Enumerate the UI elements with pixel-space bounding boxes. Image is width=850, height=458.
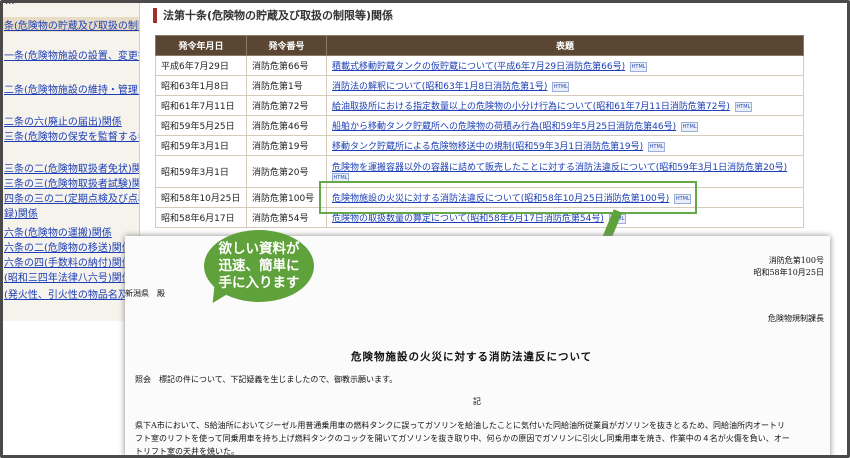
row-number: 消防危第1号	[246, 75, 327, 96]
row-title-link[interactable]: 危険物を運搬容器以外の容器に詰めて販売したことに対する消防法違反について(昭和5…	[332, 163, 787, 173]
table-header-row: 発令年月日 発令番号 表題	[155, 35, 804, 56]
doc-body-line: フト室のリフトを使って同乗用車を持ち上げ燃料タンクのコックを開いてガソリンを抜き…	[135, 434, 790, 443]
column-header-title: 表題	[326, 35, 804, 56]
table-row: 昭和59年5月25日 消防危第46号 船舶から移動タンク貯蔵所への危険物の荷積み…	[155, 115, 804, 136]
sidebar-item-law13-2[interactable]: 三条の二(危険物取扱者免状)関係	[4, 160, 139, 175]
doc-number: 消防危第100号	[768, 256, 824, 265]
sidebar-item-law11[interactable]: 一条(危険物施設の設置、変更等)	[4, 47, 139, 62]
sidebar-item-law13-3[interactable]: 三条の三(危険物取扱者試験)関係	[4, 175, 139, 190]
html-icon[interactable]: HTML	[630, 61, 648, 72]
sidebar-item-law14-3-2-cont[interactable]: 録)関係	[4, 205, 38, 220]
doc-date: 昭和58年10月25日	[753, 268, 824, 277]
row-title-cell: 消防法の解釈について(昭和63年1月8日消防危第1号) HTML	[326, 75, 804, 96]
row-title-link[interactable]: 給油取扱所における指定数量以上の危険物の小分け行為について(昭和61年7月11日…	[332, 102, 730, 112]
html-icon[interactable]: HTML	[734, 101, 752, 112]
html-icon[interactable]: HTML	[648, 141, 666, 152]
doc-sender: 危険物規制課長	[768, 314, 824, 323]
row-title-link[interactable]: 消防法の解釈について(昭和63年1月8日消防危第1号)	[332, 82, 547, 92]
html-icon[interactable]: HTML	[681, 121, 699, 132]
row-date: 昭和59年3月1日	[155, 135, 247, 156]
sidebar-item-law13[interactable]: 三条(危険物の保安を監督する者)	[4, 128, 139, 143]
sidebar-nav: ... 条(危険物の貯蔵及び取扱の制限 一条(危険物施設の設置、変更等) 二条(…	[3, 3, 140, 321]
row-number: 消防危第100号	[246, 187, 327, 208]
sidebar-item-law12-6[interactable]: 二条の六(廃止の届出)関係	[4, 113, 122, 128]
promo-bubble: 欲しい資料が 迅速、簡単に 手に入ります	[204, 230, 314, 302]
table-row: 昭和61年7月11日 消防危第72号 給油取扱所における指定数量以上の危険物の小…	[155, 95, 804, 116]
bubble-line: 欲しい資料が	[218, 241, 300, 257]
doc-inquiry: 照会 標記の件について、下記疑義を生じましたので、御教示願います。	[135, 375, 398, 384]
row-number: 消防危第66号	[246, 55, 327, 76]
doc-body-line: トリフト室の天井を焼いた。	[135, 447, 239, 456]
row-date: 昭和58年6月17日	[155, 207, 247, 228]
row-title-link[interactable]: 積載式移動貯蔵タンクの仮貯蔵について(平成6年7月29日消防危第66号)	[332, 62, 625, 72]
bubble-line: 手に入ります	[218, 275, 300, 291]
row-title-link[interactable]: 船舶から移動タンク貯蔵所への危険物の荷積み行為(昭和59年5月25日消防危第46…	[332, 122, 676, 132]
screenshot-frame: ... 条(危険物の貯蔵及び取扱の制限 一条(危険物施設の設置、変更等) 二条(…	[0, 0, 850, 458]
doc-title: 危険物施設の火災に対する消防法違反について	[351, 351, 593, 363]
sidebar-item-law14-3-2[interactable]: 四条の三の二(定期点検及び点検	[4, 190, 139, 205]
row-number: 消防危第46号	[246, 115, 327, 136]
row-date: 昭和59年3月1日	[155, 155, 247, 188]
row-number: 消防危第54号	[246, 207, 327, 228]
doc-recipient: 新潟県 殿	[125, 289, 165, 298]
sidebar-item-law-s34[interactable]: (昭和三四年法律八六号)関係	[4, 269, 132, 284]
row-title-link[interactable]: 移動タンク貯蔵所による危険物移送中の規制(昭和59年3月1日消防危第19号)	[332, 142, 643, 152]
sidebar-item-law12[interactable]: 二条(危険物施設の維持・管理)関	[4, 81, 139, 96]
bubble-line: 迅速、簡単に	[218, 258, 300, 274]
row-title-cell: 積載式移動貯蔵タンクの仮貯蔵について(平成6年7月29日消防危第66号) HTML	[326, 55, 804, 76]
sidebar-item-law16-4[interactable]: 六条の四(手数料の納付)関係	[4, 254, 132, 269]
table-row: 平成6年7月29日 消防危第66号 積載式移動貯蔵タンクの仮貯蔵について(平成6…	[155, 55, 804, 76]
sidebar-item-law16-2[interactable]: 六条の二(危険物の移送)関係	[4, 239, 132, 254]
highlight-frame	[319, 181, 697, 214]
sidebar-item-law16[interactable]: 六条(危険物の運搬)関係	[4, 224, 112, 239]
row-title-cell: 移動タンク貯蔵所による危険物移送中の規制(昭和59年3月1日消防危第19号) HT…	[326, 135, 804, 156]
table-row: 昭和59年3月1日 消防危第19号 移動タンク貯蔵所による危険物移送中の規制(昭…	[155, 135, 804, 156]
row-number: 消防危第72号	[246, 95, 327, 116]
row-title-cell: 給油取扱所における指定数量以上の危険物の小分け行為について(昭和61年7月11日…	[326, 95, 804, 116]
html-icon[interactable]: HTML	[552, 81, 570, 92]
doc-body-line: 県下A市において、S給油所においてジーゼル用普通乗用車の燃料タンクに誤ってガソリ…	[135, 421, 785, 430]
row-date: 平成6年7月29日	[155, 55, 247, 76]
section-title: 法第十条(危険物の貯蔵及び取扱の制限等)関係	[153, 8, 393, 23]
row-number: 消防危第19号	[246, 135, 327, 156]
sidebar-item-law10[interactable]: 条(危険物の貯蔵及び取扱の制限	[3, 17, 139, 32]
doc-ki: 記	[473, 397, 481, 406]
row-date: 昭和58年10月25日	[155, 187, 247, 208]
row-date: 昭和59年5月25日	[155, 115, 247, 136]
row-date: 昭和61年7月11日	[155, 95, 247, 116]
row-title-cell: 船舶から移動タンク貯蔵所への危険物の荷積み行為(昭和59年5月25日消防危第46…	[326, 115, 804, 136]
column-header-number: 発令番号	[246, 35, 327, 56]
sidebar-header: ...	[5, 3, 15, 7]
row-number: 消防危第20号	[246, 155, 327, 188]
row-date: 昭和63年1月8日	[155, 75, 247, 96]
table-row: 昭和63年1月8日 消防危第1号 消防法の解釈について(昭和63年1月8日消防危…	[155, 75, 804, 96]
column-header-date: 発令年月日	[155, 35, 247, 56]
sidebar-item-flammable[interactable]: (発火性、引火性の物品名及び数	[4, 286, 139, 301]
